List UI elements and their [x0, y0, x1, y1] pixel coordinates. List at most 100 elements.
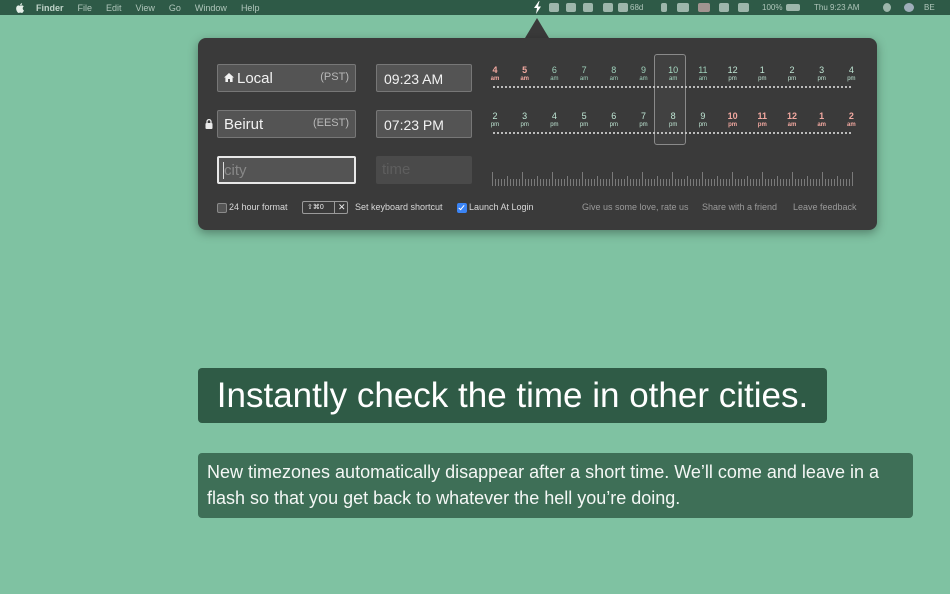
menu-window[interactable]: Window [195, 3, 227, 13]
format-24h-checkbox[interactable] [217, 203, 227, 213]
tick-mark [792, 172, 793, 186]
clear-shortcut-icon[interactable]: ✕ [338, 202, 346, 213]
beirut-dots-track[interactable] [492, 132, 852, 134]
lock-icon[interactable] [205, 119, 213, 129]
hour-label[interactable]: 1 pm [747, 66, 777, 83]
hour-label[interactable]: 7 pm [629, 112, 659, 129]
battery-icon[interactable] [786, 4, 800, 11]
hour-label[interactable]: 6 am [539, 66, 569, 83]
new-city-input[interactable]: city [217, 156, 356, 184]
rate-us-link[interactable]: Give us some love, rate us [582, 202, 689, 212]
tick-mark [621, 179, 622, 186]
input-source[interactable]: BE [924, 3, 935, 12]
tick-mark [834, 179, 835, 186]
menu-help[interactable]: Help [241, 3, 260, 13]
tick-mark [816, 179, 817, 186]
bluetooth-icon[interactable] [661, 3, 667, 12]
city-field-local[interactable]: Local (PST) [217, 64, 356, 92]
hour-label[interactable]: 10 am [658, 66, 688, 83]
hour-label[interactable]: 12 pm [718, 66, 748, 83]
tick-mark [798, 179, 799, 186]
tick-mark [507, 176, 508, 186]
tick-mark [708, 179, 709, 186]
menu-view[interactable]: View [136, 3, 155, 13]
hour-meridiem: am [520, 76, 530, 82]
airplay-icon[interactable] [719, 3, 729, 12]
hour-meridiem: pm [520, 122, 529, 128]
hour-meridiem: am [490, 76, 500, 82]
time-placeholder: time [382, 161, 411, 178]
hour-label[interactable]: 3 pm [807, 66, 837, 83]
city-field-beirut[interactable]: Beirut (EEST) [217, 110, 356, 138]
format-24h-label[interactable]: 24 hour format [229, 202, 288, 212]
tick-mark [558, 179, 559, 186]
plus-box-icon[interactable] [603, 3, 613, 12]
hour-label[interactable]: 7 am [569, 66, 599, 83]
tick-mark [699, 179, 700, 186]
tick-mark [561, 179, 562, 186]
tick-mark [759, 179, 760, 186]
tick-mark [822, 172, 823, 186]
menu-edit[interactable]: Edit [106, 3, 122, 13]
hour-label[interactable]: 2 pm [777, 65, 807, 83]
volume-icon[interactable] [738, 3, 749, 12]
days-label[interactable]: 68d [630, 3, 643, 12]
battery-percent[interactable]: 100% [762, 3, 782, 12]
apple-icon[interactable] [14, 2, 26, 13]
hour-meridiem: am [579, 76, 589, 82]
tick-mark [543, 179, 544, 186]
shortcut-recorder[interactable]: ⇧⌘0 ✕ [302, 201, 348, 214]
hour-label[interactable]: 2 pm [480, 111, 510, 129]
hour-number: 11 [698, 65, 708, 75]
local-dots-track[interactable] [492, 86, 852, 88]
wifi-icon[interactable] [677, 3, 689, 12]
calendar-icon[interactable] [618, 3, 628, 12]
feedback-link[interactable]: Leave feedback [793, 202, 857, 212]
hour-label[interactable]: 8 pm [658, 112, 688, 129]
hour-label[interactable]: 1 am [807, 112, 837, 129]
menu-app-name[interactable]: Finder [36, 3, 64, 13]
hour-label[interactable]: 2 am [836, 112, 866, 129]
cloud-icon[interactable] [549, 3, 559, 12]
hour-meridiem: pm [817, 76, 826, 82]
share-link[interactable]: Share with a friend [702, 202, 777, 212]
hour-label[interactable]: 12 am [777, 112, 807, 129]
hour-timeline[interactable]: 4 am 5 am 6 am 7 am 8 am 9 am 10 am 11 am 12 pm 1 pm 2 pm 3 pm 4… [480, 52, 870, 192]
hour-label[interactable]: 11 pm [747, 112, 777, 129]
spotlight-search-icon[interactable] [883, 3, 891, 12]
launch-at-login-checkbox[interactable] [457, 203, 467, 213]
menu-file[interactable]: File [78, 3, 93, 13]
flag-icon[interactable] [698, 3, 710, 12]
hour-number: 2 [492, 111, 498, 121]
launch-at-login-label[interactable]: Launch At Login [469, 202, 534, 212]
hour-label[interactable]: 4 pm [836, 66, 866, 83]
tick-mark [651, 179, 652, 186]
hour-label[interactable]: 8 am [599, 66, 629, 83]
hour-label[interactable]: 5 pm [569, 112, 599, 129]
hour-number: 4 [492, 65, 498, 75]
hour-label[interactable]: 9 am [629, 66, 659, 83]
new-time-input[interactable]: time [376, 156, 472, 184]
tick-mark [729, 179, 730, 186]
empty-tick-track[interactable] [492, 170, 853, 186]
hour-label[interactable]: 10 pm [718, 111, 748, 129]
hour-label[interactable]: 4 am [480, 65, 510, 83]
menu-go[interactable]: Go [169, 3, 181, 13]
hour-meridiem: pm [550, 122, 559, 128]
hour-number: 2 [789, 65, 795, 75]
hour-label[interactable]: 4 pm [539, 112, 569, 129]
screen-icon[interactable] [583, 3, 593, 12]
time-field-local[interactable]: 09:23 AM [376, 64, 472, 92]
clipboard-icon[interactable] [566, 3, 576, 12]
hour-label[interactable]: 3 pm [510, 112, 540, 129]
menu-clock[interactable]: Thu 9:23 AM [814, 3, 859, 12]
hour-label[interactable]: 5 am [510, 66, 540, 83]
user-avatar-icon[interactable] [904, 3, 914, 12]
shortcut-keys: ⇧⌘0 [307, 204, 324, 211]
lightning-bolt-icon[interactable] [533, 1, 542, 14]
hour-label[interactable]: 6 pm [599, 112, 629, 129]
time-field-beirut[interactable]: 07:23 PM [376, 110, 472, 138]
hour-number: 10 [727, 111, 738, 121]
hour-label[interactable]: 11 am [688, 65, 718, 83]
hour-label[interactable]: 9 pm [688, 112, 718, 129]
